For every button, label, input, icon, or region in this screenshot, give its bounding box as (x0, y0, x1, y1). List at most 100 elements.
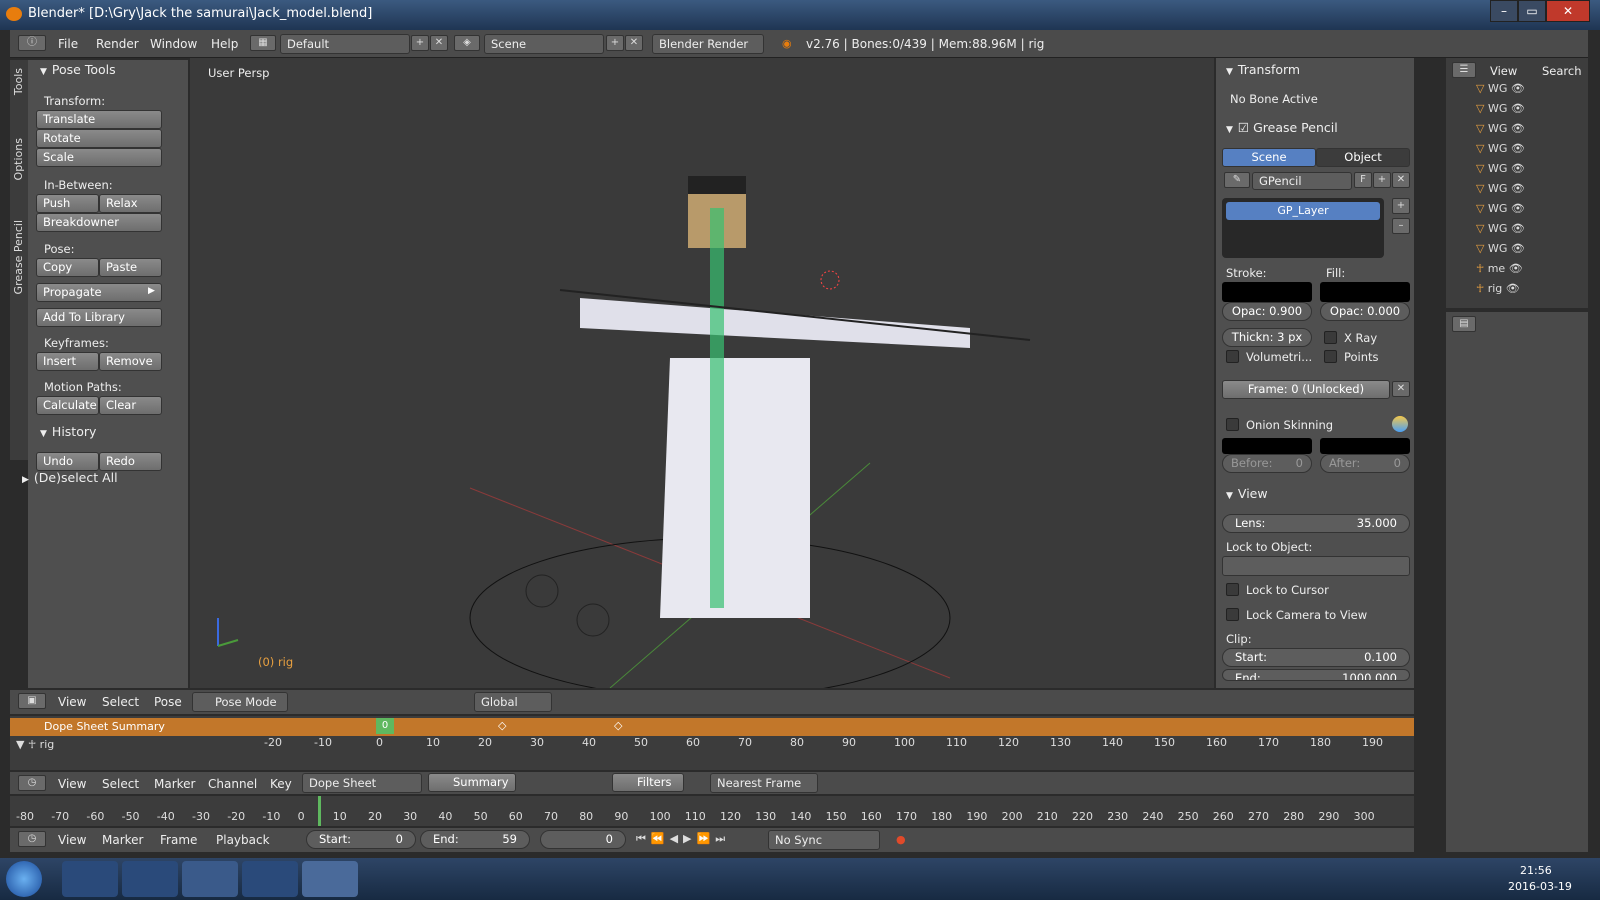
color-wheel-icon[interactable] (1392, 416, 1408, 432)
gp-object-tab[interactable]: Object (1316, 148, 1410, 167)
dopesheet-summary-row[interactable]: Dope Sheet Summary ◇ ◇ (10, 718, 1414, 736)
layout-field[interactable]: Default (280, 34, 410, 54)
menu-window[interactable]: Window (150, 37, 197, 51)
gp-layer-item[interactable]: GP_Layer (1226, 202, 1380, 220)
outliner-row[interactable]: ▽ WG 👁 (1476, 182, 1576, 202)
sync-select[interactable]: No Sync (768, 830, 880, 850)
rig-channel-label[interactable]: ▼ ☥ rig (16, 738, 54, 751)
points-checkbox[interactable] (1324, 350, 1337, 363)
lock-camera-checkbox[interactable] (1226, 608, 1239, 621)
fake-user-button[interactable]: F (1354, 172, 1372, 188)
breakdowner-button[interactable]: Breakdowner (36, 213, 162, 232)
push-button[interactable]: Push (36, 194, 99, 213)
firefox-icon[interactable] (242, 861, 298, 897)
before-color-swatch[interactable] (1222, 438, 1312, 454)
playback-controls[interactable]: ⏮⏪◀▶⏩⏭ (636, 832, 730, 846)
after-color-swatch[interactable] (1320, 438, 1410, 454)
remove-keyframe-button[interactable]: Remove (99, 352, 162, 371)
info-editor-icon[interactable]: ⓘ (18, 35, 46, 51)
copy-button[interactable]: Copy (36, 258, 99, 277)
volumetric-checkbox[interactable] (1226, 350, 1239, 363)
add-scene-icon[interactable]: + (606, 35, 624, 51)
outliner-row[interactable]: ▽ WG 👁 (1476, 82, 1576, 102)
remove-scene-icon[interactable]: ✕ (625, 35, 643, 51)
chrome-icon[interactable] (182, 861, 238, 897)
outliner-row[interactable]: ▽ WG 👁 (1476, 142, 1576, 162)
rotate-button[interactable]: Rotate (36, 129, 162, 148)
menu-help[interactable]: Help (211, 37, 238, 51)
pencil-icon[interactable]: ✎ (1224, 172, 1250, 188)
propagate-button[interactable]: Propagate (36, 283, 162, 302)
lock-cursor-checkbox[interactable] (1226, 583, 1239, 596)
xray-checkbox[interactable] (1324, 331, 1337, 344)
grease-pencil-header[interactable]: ▼ ☑ Grease Pencil (1226, 120, 1338, 135)
view-header[interactable]: ▼ View (1226, 486, 1268, 501)
delete-frame-icon[interactable]: ✕ (1392, 381, 1410, 397)
dopesheet-mode-select[interactable]: Dope Sheet (302, 773, 422, 793)
close-button[interactable]: ✕ (1546, 0, 1590, 22)
relax-button[interactable]: Relax (99, 194, 162, 213)
paste-button[interactable]: Paste (99, 258, 162, 277)
onion-skinning-checkbox[interactable] (1226, 418, 1239, 431)
tl-marker-menu[interactable]: Marker (102, 833, 143, 847)
summary-toggle[interactable]: Summary (428, 773, 516, 792)
clip-end-field[interactable]: End: 1000.000 (1222, 669, 1410, 681)
minimize-button[interactable]: – (1490, 0, 1518, 22)
dopesheet-editor-icon[interactable]: ◷ (18, 775, 46, 791)
keyframe-marker[interactable]: ◇ (498, 719, 506, 732)
scale-button[interactable]: Scale (36, 148, 162, 167)
end-frame-field[interactable]: End: 59 (420, 830, 530, 849)
gp-scene-tab[interactable]: Scene (1222, 148, 1316, 167)
view-menu[interactable]: View (58, 695, 86, 709)
pose-tools-header[interactable]: ▼ Pose Tools (40, 62, 116, 77)
scene-field[interactable]: Scene (484, 34, 604, 54)
outliner-row[interactable]: ▽ WG 👁 (1476, 202, 1576, 222)
filters-button[interactable]: Filters (612, 773, 684, 792)
outliner-view-menu[interactable]: View (1490, 64, 1517, 78)
properties-editor-icon[interactable]: ▤ (1452, 316, 1476, 332)
redo-button[interactable]: Redo (99, 452, 162, 471)
tl-frame-menu[interactable]: Frame (160, 833, 197, 847)
calculate-button[interactable]: Calculate (36, 396, 99, 415)
translate-button[interactable]: Translate (36, 110, 162, 129)
before-field[interactable]: Before: 0 (1222, 454, 1312, 473)
ds-view-menu[interactable]: View (58, 777, 86, 791)
transform-header[interactable]: ▼ Transform (1226, 62, 1300, 77)
outliner-row[interactable]: ▽ WG 👁 (1476, 162, 1576, 182)
snap-select[interactable]: Nearest Frame (710, 773, 818, 793)
menu-render[interactable]: Render (96, 37, 139, 51)
after-field[interactable]: After: 0 (1320, 454, 1410, 473)
timeline[interactable]: -80 -70 -60 -50 -40 -30 -20 -10 0 10 20 30 40 50 60 70 8… (10, 796, 1414, 826)
orientation-select[interactable]: Global (474, 692, 552, 712)
lens-field[interactable]: Lens: 35.000 (1222, 514, 1410, 533)
outliner-row[interactable]: ▽ WG 👁 (1476, 242, 1576, 262)
current-frame-indicator[interactable]: 0 (376, 718, 394, 734)
tab-options[interactable]: Options (12, 138, 25, 180)
pose-menu[interactable]: Pose (154, 695, 182, 709)
ds-select-menu[interactable]: Select (102, 777, 139, 791)
ds-marker-menu[interactable]: Marker (154, 777, 195, 791)
deselect-all-operator[interactable]: ▶ (De)select All (22, 470, 118, 485)
tab-tools[interactable]: Tools (12, 68, 25, 95)
app-icon[interactable] (122, 861, 178, 897)
start-button[interactable] (6, 861, 42, 897)
stroke-opacity-field[interactable]: Opac: 0.900 (1222, 302, 1312, 321)
render-engine-select[interactable]: Blender Render (652, 34, 764, 54)
outliner-row[interactable]: ☥ me 👁 (1476, 262, 1576, 282)
scene-icon[interactable]: ◈ (454, 35, 480, 51)
history-header[interactable]: ▼ History (40, 424, 96, 439)
add-to-library-button[interactable]: Add To Library (36, 308, 162, 327)
dopesheet-ruler[interactable]: -20 -10 0 10 20 30 40 50 60 70 80 90 100… (210, 736, 1390, 752)
blender-taskbar-icon[interactable] (302, 861, 358, 897)
maximize-button[interactable]: ▭ (1518, 0, 1546, 22)
tl-view-menu[interactable]: View (58, 833, 86, 847)
3d-editor-icon[interactable]: ▣ (18, 693, 46, 709)
clip-start-field[interactable]: Start: 0.100 (1222, 648, 1410, 667)
add-layout-icon[interactable]: + (411, 35, 429, 51)
tab-grease-pencil[interactable]: Grease Pencil (12, 220, 25, 294)
record-icon[interactable]: ● (896, 833, 906, 846)
ds-key-menu[interactable]: Key (270, 777, 292, 791)
add-gpencil-icon[interactable]: + (1373, 172, 1391, 188)
ds-channel-menu[interactable]: Channel (208, 777, 257, 791)
mode-select[interactable]: Pose Mode (192, 692, 288, 712)
